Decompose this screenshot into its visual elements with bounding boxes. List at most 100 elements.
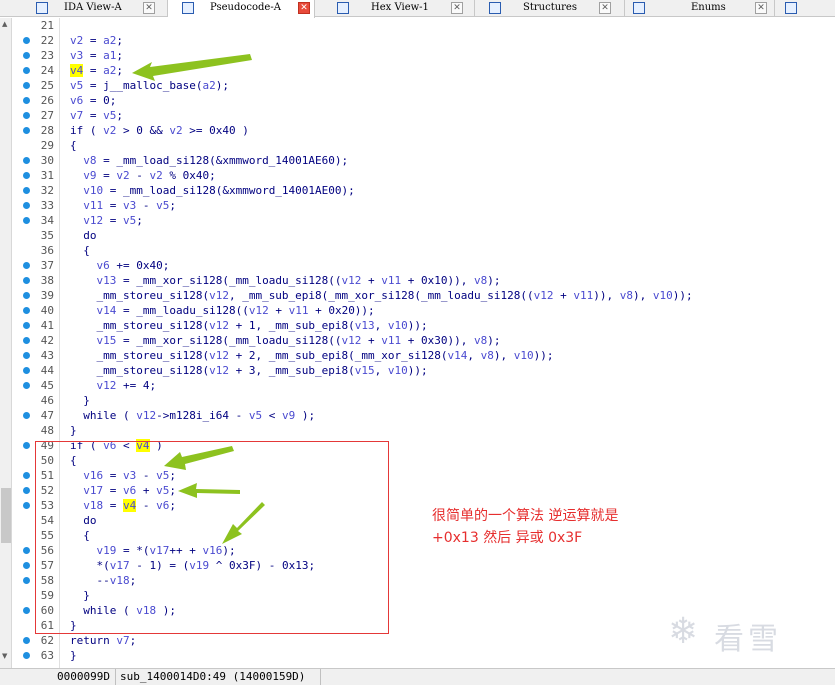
tab-ida-view[interactable]: IDA View-A ✕	[0, 0, 168, 17]
tab-enums[interactable]: Enums ✕	[625, 0, 775, 17]
code-line[interactable]: 43 _mm_storeu_si128(v12 + 2, _mm_sub_epi…	[13, 348, 835, 363]
breakpoint-dot-icon[interactable]	[23, 337, 30, 344]
code-text: }	[70, 394, 90, 407]
breakpoint-dot-icon[interactable]	[23, 217, 30, 224]
breakpoint-dot-icon[interactable]	[23, 502, 30, 509]
code-line[interactable]: 36 {	[13, 243, 835, 258]
breakpoint-dot-icon[interactable]	[23, 367, 30, 374]
code-text: {	[70, 139, 77, 152]
breakpoint-dot-icon[interactable]	[23, 382, 30, 389]
line-number: 28	[40, 124, 54, 137]
line-number: 42	[40, 334, 54, 347]
close-icon[interactable]: ✕	[599, 2, 611, 14]
line-number: 34	[40, 214, 54, 227]
scrollbar-thumb[interactable]	[1, 488, 11, 543]
line-number: 24	[40, 64, 54, 77]
code-text: v2 = a2;	[70, 34, 123, 47]
line-number: 40	[40, 304, 54, 317]
breakpoint-dot-icon[interactable]	[23, 652, 30, 659]
breakpoint-dot-icon[interactable]	[23, 607, 30, 614]
hex-view-icon	[337, 2, 349, 14]
breakpoint-dot-icon[interactable]	[23, 577, 30, 584]
code-line[interactable]: 30 v8 = _mm_load_si128(&xmmword_14001AE6…	[13, 153, 835, 168]
tab-label: Pseudocode-A	[210, 2, 281, 13]
status-divider	[320, 669, 321, 685]
tab-label: IDA View-A	[64, 2, 122, 13]
breakpoint-dot-icon[interactable]	[23, 97, 30, 104]
close-icon[interactable]: ✕	[451, 2, 463, 14]
breakpoint-dot-icon[interactable]	[23, 352, 30, 359]
scroll-down-icon[interactable]: ▼	[2, 652, 7, 660]
code-line[interactable]: 22 v2 = a2;	[13, 33, 835, 48]
code-line[interactable]: 48}	[13, 423, 835, 438]
code-line[interactable]: 46 }	[13, 393, 835, 408]
breakpoint-dot-icon[interactable]	[23, 202, 30, 209]
annotation-note: 很简单的一个算法 逆运算就是 +0x13 然后 异或 0x3F	[432, 505, 618, 549]
code-line[interactable]: 28 if ( v2 > 0 && v2 >= 0x40 )	[13, 123, 835, 138]
vertical-scrollbar[interactable]: ▲ ▼	[0, 18, 12, 668]
code-text: _mm_storeu_si128(v12, _mm_sub_epi8(_mm_x…	[70, 289, 693, 302]
breakpoint-dot-icon[interactable]	[23, 127, 30, 134]
code-line[interactable]: 25 v5 = j__malloc_base(a2);	[13, 78, 835, 93]
code-line[interactable]: 23 v3 = a1;	[13, 48, 835, 63]
pseudocode-icon	[182, 2, 194, 14]
annotation-box	[35, 441, 389, 634]
code-line[interactable]: 34 v12 = v5;	[13, 213, 835, 228]
code-line[interactable]: 27 v7 = v5;	[13, 108, 835, 123]
line-number: 37	[40, 259, 54, 272]
scroll-up-icon[interactable]: ▲	[2, 20, 7, 28]
code-line[interactable]: 32 v10 = _mm_load_si128(&xmmword_14001AE…	[13, 183, 835, 198]
breakpoint-dot-icon[interactable]	[23, 187, 30, 194]
breakpoint-dot-icon[interactable]	[23, 322, 30, 329]
breakpoint-dot-icon[interactable]	[23, 112, 30, 119]
code-line[interactable]: 44 _mm_storeu_si128(v12 + 3, _mm_sub_epi…	[13, 363, 835, 378]
breakpoint-dot-icon[interactable]	[23, 262, 30, 269]
breakpoint-dot-icon[interactable]	[23, 157, 30, 164]
code-text: v6 = 0;	[70, 94, 117, 107]
breakpoint-dot-icon[interactable]	[23, 277, 30, 284]
code-line[interactable]: 38 v13 = _mm_xor_si128(_mm_loadu_si128((…	[13, 273, 835, 288]
line-number: 43	[40, 349, 54, 362]
code-text: _mm_storeu_si128(v12 + 3, _mm_sub_epi8(v…	[70, 364, 428, 377]
code-line[interactable]: 37 v6 += 0x40;	[13, 258, 835, 273]
code-line[interactable]: 41 _mm_storeu_si128(v12 + 1, _mm_sub_epi…	[13, 318, 835, 333]
breakpoint-dot-icon[interactable]	[23, 292, 30, 299]
breakpoint-dot-icon[interactable]	[23, 307, 30, 314]
code-line[interactable]: 21	[13, 18, 835, 33]
code-line[interactable]: 24 v4 = a2;	[13, 63, 835, 78]
code-line[interactable]: 29 {	[13, 138, 835, 153]
line-number: 30	[40, 154, 54, 167]
close-icon[interactable]: ✕	[143, 2, 155, 14]
breakpoint-dot-icon[interactable]	[23, 487, 30, 494]
breakpoint-dot-icon[interactable]	[23, 172, 30, 179]
code-line[interactable]: 35 do	[13, 228, 835, 243]
breakpoint-dot-icon[interactable]	[23, 442, 30, 449]
breakpoint-dot-icon[interactable]	[23, 637, 30, 644]
breakpoint-dot-icon[interactable]	[23, 67, 30, 74]
code-line[interactable]: 33 v11 = v3 - v5;	[13, 198, 835, 213]
breakpoint-dot-icon[interactable]	[23, 412, 30, 419]
tab-label: Enums	[691, 2, 726, 13]
code-line[interactable]: 40 v14 = _mm_loadu_si128((v12 + v11 + 0x…	[13, 303, 835, 318]
snowflake-icon: ❄	[668, 611, 699, 652]
breakpoint-dot-icon[interactable]	[23, 472, 30, 479]
code-line[interactable]: 42 v15 = _mm_xor_si128(_mm_loadu_si128((…	[13, 333, 835, 348]
breakpoint-dot-icon[interactable]	[23, 82, 30, 89]
code-line[interactable]: 31 v9 = v2 - v2 % 0x40;	[13, 168, 835, 183]
line-number: 29	[40, 139, 54, 152]
code-line[interactable]: 45 v12 += 4;	[13, 378, 835, 393]
code-line[interactable]: 47 while ( v12->m128i_i64 - v5 < v9 );	[13, 408, 835, 423]
code-line[interactable]: 26 v6 = 0;	[13, 93, 835, 108]
breakpoint-dot-icon[interactable]	[23, 37, 30, 44]
breakpoint-dot-icon[interactable]	[23, 52, 30, 59]
breakpoint-dot-icon[interactable]	[23, 547, 30, 554]
close-icon[interactable]: ✕	[755, 2, 767, 14]
ida-view-icon	[36, 2, 48, 14]
tab-hex-view[interactable]: Hex View-1 ✕	[315, 0, 475, 17]
tab-structures[interactable]: Structures ✕	[475, 0, 625, 17]
code-line[interactable]: 39 _mm_storeu_si128(v12, _mm_sub_epi8(_m…	[13, 288, 835, 303]
breakpoint-dot-icon[interactable]	[23, 562, 30, 569]
tab-pseudocode[interactable]: Pseudocode-A ✕	[168, 0, 315, 18]
close-icon[interactable]: ✕	[298, 2, 310, 14]
tab-imports[interactable]	[775, 0, 835, 17]
